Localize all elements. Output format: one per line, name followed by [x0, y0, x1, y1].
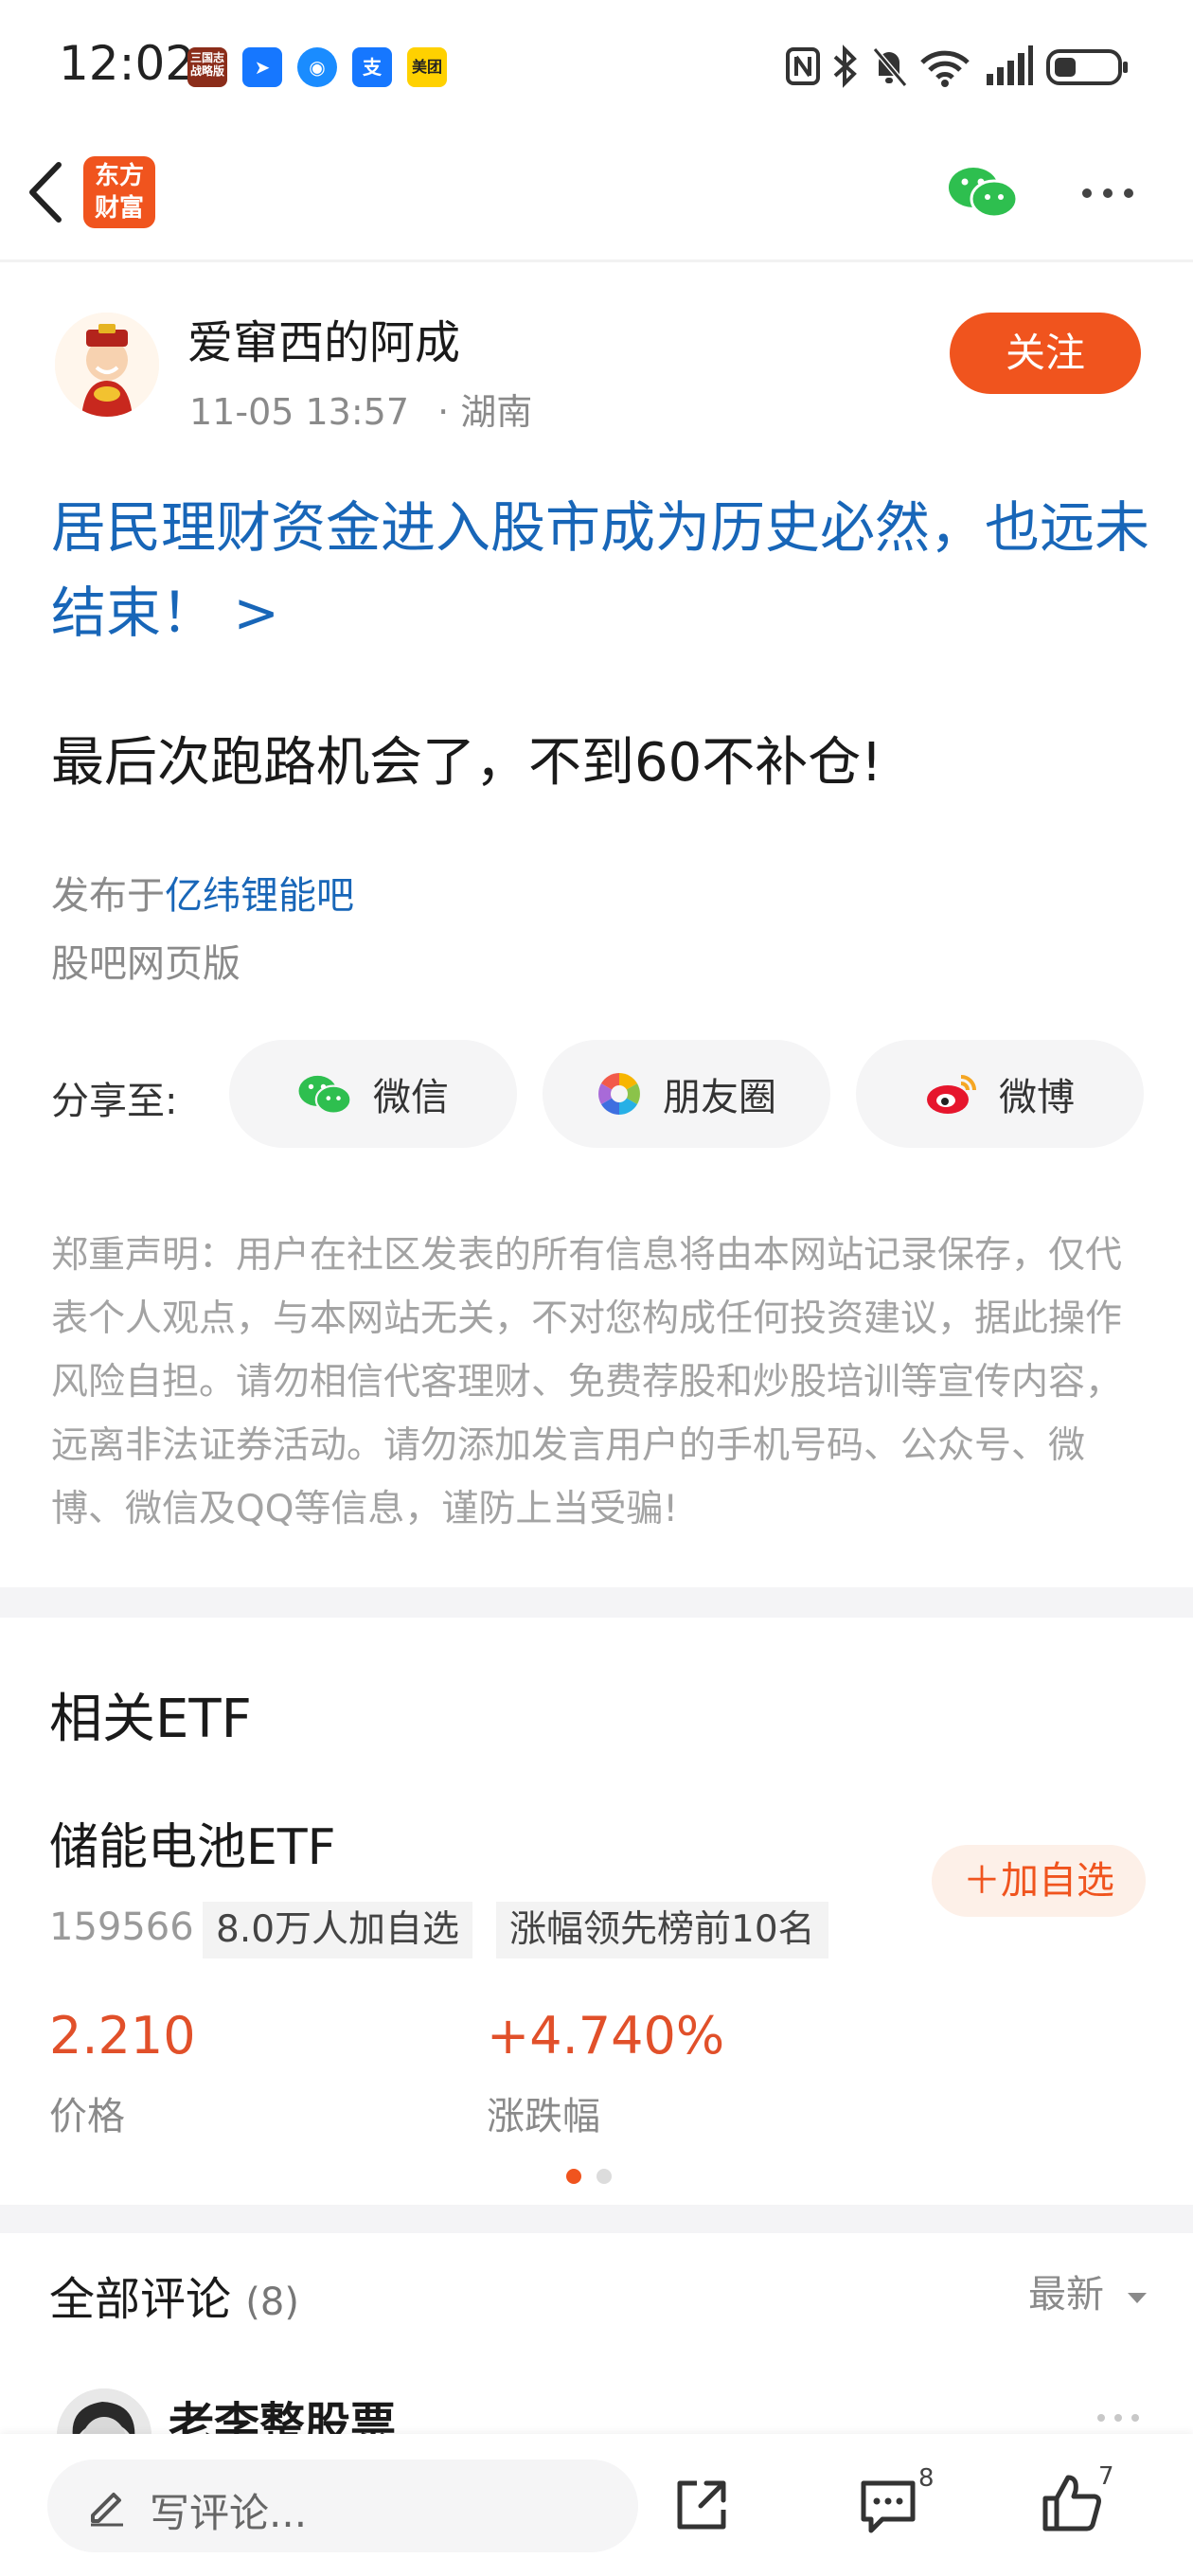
like-count-badge: 7 [1098, 2462, 1114, 2491]
linked-article-title[interactable]: 居民理财资金进入股市成为历史必然，也远未结束！ > [51, 485, 1149, 655]
bluetooth-icon [833, 45, 857, 88]
etf-price: 2.210 [49, 2006, 196, 2066]
etf-price-label: 价格 [49, 2095, 125, 2138]
carousel-dot[interactable] [596, 2169, 612, 2184]
etf-change-label: 涨跌幅 [487, 2095, 600, 2138]
etf-watchers-tag: 8.0万人加自选 [203, 1902, 473, 1959]
comments-header: 全部评论 (8) [49, 2262, 299, 2328]
comments-title: 全部评论 [49, 2273, 232, 2326]
author-avatar[interactable] [55, 313, 159, 417]
wifi-icon [920, 50, 970, 87]
moments-icon [598, 1073, 640, 1115]
wechat-icon [298, 1075, 352, 1115]
sanguo-app-icon: 三国志 战略版 [187, 47, 227, 87]
like-icon[interactable] [1040, 2472, 1104, 2534]
more-icon[interactable] [1079, 182, 1136, 205]
chevron-down-icon [1127, 2293, 1147, 2303]
share-moments-label: 朋友圈 [663, 1076, 776, 1119]
meituan-app-icon: 美团 [407, 47, 447, 87]
signal-icon [987, 45, 1033, 85]
back-icon[interactable] [23, 159, 70, 225]
post-location: · 湖南 [437, 391, 533, 433]
etf-change: +4.740% [487, 2006, 725, 2066]
pencil-icon [91, 2493, 123, 2527]
share-weibo-button[interactable]: 微博 [856, 1040, 1144, 1148]
share-weibo-label: 微博 [999, 1076, 1075, 1119]
alipay-app-icon: 支 [352, 47, 392, 87]
comment-icon[interactable] [858, 2476, 918, 2536]
published-prefix: 发布于 [51, 874, 165, 918]
etf-section-title: 相关ETF [49, 1689, 252, 1750]
share-label: 分享至: [51, 1080, 178, 1123]
fuli-app-icon: ◉ [297, 47, 337, 87]
status-bar: 12:02 三国志 战略版 ➤ ◉ 支 美团 [0, 0, 1193, 133]
comment-count-badge: 8 [918, 2464, 935, 2493]
post-datetime: 11-05 13:57 [189, 391, 410, 433]
carousel-dot-active[interactable] [566, 2169, 581, 2184]
weibo-icon [927, 1075, 976, 1114]
published-bar-link[interactable]: 亿纬锂能吧 [165, 874, 354, 918]
feishu-app-icon: ➤ [242, 47, 282, 87]
author-name[interactable]: 爱窜西的阿成 [187, 305, 460, 371]
section-separator [0, 2205, 1193, 2233]
nfc-icon [786, 47, 820, 85]
mute-icon [872, 47, 908, 87]
nav-divider [0, 259, 1193, 262]
comment-input[interactable] [47, 2460, 638, 2552]
share-wechat-button[interactable]: 微信 [229, 1040, 517, 1148]
section-separator [0, 1587, 1193, 1618]
etf-code: 159566 [49, 1905, 194, 1949]
etf-rank-tag: 涨幅领先榜前10名 [496, 1902, 828, 1959]
comment-input-placeholder: 写评论... [150, 2490, 308, 2536]
comment-more-icon[interactable] [1095, 2409, 1142, 2426]
post-meta: 11-05 13:57 · 湖南 [189, 383, 532, 435]
status-time: 12:02 [59, 36, 196, 91]
add-watchlist-button[interactable]: ＋加自选 [932, 1845, 1146, 1917]
wechat-icon[interactable] [947, 163, 1019, 220]
post-title: 最后次跑路机会了，不到60不补仓! [51, 732, 882, 794]
post-platform: 股吧网页版 [51, 942, 240, 986]
comments-count: (8) [245, 2281, 299, 2324]
share-moments-button[interactable]: 朋友圈 [543, 1040, 830, 1148]
sort-dropdown[interactable]: 最新 [1028, 2263, 1150, 2318]
battery-icon [1046, 49, 1128, 85]
follow-button[interactable]: 关注 [950, 313, 1141, 394]
share-wechat-label: 微信 [373, 1076, 449, 1119]
share-icon[interactable] [672, 2476, 731, 2534]
etf-name[interactable]: 储能电池ETF [49, 1807, 336, 1878]
disclaimer-text: 郑重声明：用户在社区发表的所有信息将由本网站记录保存，仅代表个人观点，与本网站无… [51, 1234, 1123, 1530]
published-in: 发布于亿纬锂能吧 [51, 865, 354, 920]
sort-label: 最新 [1028, 2273, 1104, 2317]
app-logo: 东方财富 [83, 156, 155, 228]
